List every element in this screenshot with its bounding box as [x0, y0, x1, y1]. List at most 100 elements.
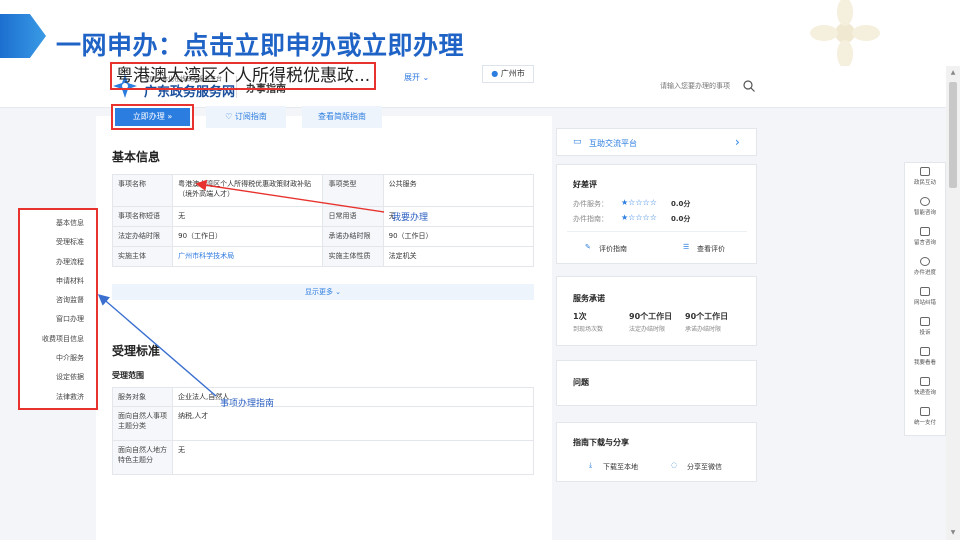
guide-section-menu: 基本信息 受理标准 办理流程 申请材料 咨询监督 窗口办理 收费项目信息 中介服… — [18, 208, 98, 410]
menu-item-fees[interactable]: 收费项目信息 — [20, 330, 96, 349]
menu-item-agency[interactable]: 中介服务 — [20, 349, 96, 368]
rating-guide-score: 0.0分 — [671, 215, 691, 223]
float-item-interaction[interactable]: 政民互动 — [905, 163, 945, 193]
table-row: 面向自然人地方特色主题分 无 — [112, 440, 534, 475]
search-input[interactable] — [656, 76, 740, 96]
table-key: 事项名称短语 — [111, 206, 174, 227]
view-rating-button[interactable]: 查看评价 — [697, 244, 725, 254]
page-scrollbar[interactable]: ▲ ▼ — [946, 66, 960, 540]
float-item-payment[interactable]: 统一支付 — [905, 403, 945, 433]
float-item-message[interactable]: 留言咨询 — [905, 223, 945, 253]
rating-title: 好差评 — [573, 180, 597, 189]
basic-info-table: 事项名称 粤港澳大湾区个人所得税优惠政策财政补贴（境外高端人才） 事项类型 公共… — [111, 174, 535, 267]
download-card: 指南下载与分享 ⤓ 下载至本地 ◌ 分享至微信 — [556, 422, 757, 482]
rating-card: 好差评 办件服务： ★☆☆☆☆ 0.0分 办件指南： ★☆☆☆☆ 0.0分 ✎ … — [556, 164, 757, 264]
city-badge: ● 广州市 — [482, 65, 534, 83]
menu-item-process[interactable]: 办理流程 — [20, 253, 96, 272]
table-value: 公共服务 — [382, 174, 535, 207]
rating-guide-label: 办件指南： — [573, 215, 608, 223]
float-label: 我要看看 — [913, 360, 936, 366]
apply-now-button[interactable]: 立即办理 » — [115, 108, 190, 126]
menu-item-legal-remedy[interactable]: 法律救济 — [20, 388, 96, 407]
table-value: 粤港澳大湾区个人所得税优惠政策财政补贴（境外高端人才） — [172, 174, 324, 207]
float-item-review[interactable]: 我要看看 — [905, 343, 945, 373]
float-item-complaint[interactable]: 投诉 — [905, 313, 945, 343]
float-item-smart-consult[interactable]: 智能咨询 — [905, 193, 945, 223]
menu-item-materials[interactable]: 申请材料 — [20, 272, 96, 291]
table-key: 法定办结时限 — [111, 226, 174, 247]
title-arrow-accent — [0, 14, 46, 58]
rating-service-score: 0.0分 — [671, 200, 691, 208]
platform-link[interactable]: 互助交流平台 — [589, 138, 637, 149]
location-pin-icon: ● — [491, 69, 499, 78]
promise-legal-value: 90个工作日 — [629, 312, 673, 321]
table-value: 无 — [172, 440, 534, 475]
scroll-thumb[interactable] — [949, 82, 957, 188]
float-item-error-report[interactable]: 网站纠错 — [905, 283, 945, 313]
table-key: 事项名称 — [111, 174, 174, 207]
search-box — [656, 76, 758, 96]
city-label: 广州市 — [500, 69, 525, 78]
float-label: 留言咨询 — [913, 240, 936, 246]
apply-now-button-frame[interactable]: 立即办理 » — [111, 104, 194, 130]
rating-service-label: 办件服务： — [573, 200, 608, 208]
acceptance-scope-label: 受理范围 — [112, 371, 144, 380]
chat-bubble-icon — [920, 167, 930, 176]
promise-title: 服务承诺 — [573, 294, 605, 303]
rate-guide-button[interactable]: 评价指南 — [599, 244, 627, 254]
basic-info-heading: 基本信息 — [112, 150, 161, 164]
table-row: 法定办结时限 90（工作日） 承诺办结时限 90（工作日） — [111, 226, 535, 247]
chevron-right-icon[interactable]: › — [735, 135, 740, 149]
table-row: 事项名称 粤港澳大湾区个人所得税优惠政策财政补贴（境外高端人才） 事项类型 公共… — [111, 174, 535, 207]
download-title: 指南下载与分享 — [573, 438, 629, 447]
pencil-icon: ✎ — [585, 243, 591, 251]
acceptance-table: 服务对象 企业法人,自然人 面向自然人事项主题分类 纳税,人才 面向自然人地方特… — [112, 387, 534, 475]
table-key: 日常用语 — [322, 206, 384, 227]
table-value: 90（工作日） — [382, 226, 535, 247]
menu-item-consult[interactable]: 咨询监督 — [20, 291, 96, 310]
float-item-progress[interactable]: 办件进度 — [905, 253, 945, 283]
chat-icon: ▭ — [573, 137, 582, 147]
annotation-want-to-apply: 我要办理 — [392, 213, 429, 223]
float-label: 网站纠错 — [913, 300, 936, 306]
table-key: 实施主体性质 — [322, 246, 384, 267]
share-wechat-button[interactable]: 分享至微信 — [687, 462, 722, 472]
promise-visits-value: 1次 — [573, 312, 587, 321]
float-label: 投诉 — [919, 330, 931, 336]
platform-card[interactable]: ▭ 互助交流平台 › — [556, 128, 757, 156]
float-label: 办件进度 — [913, 270, 936, 276]
scroll-up-icon[interactable]: ▲ — [949, 69, 957, 77]
search-icon[interactable] — [742, 79, 756, 93]
table-row: 事项名称短语 无 日常用语 无 — [111, 206, 535, 227]
list-icon: ☰ — [683, 243, 690, 251]
float-item-express[interactable]: 快递查询 — [905, 373, 945, 403]
payment-icon — [920, 407, 930, 416]
table-key: 面向自然人地方特色主题分 — [112, 440, 173, 475]
table-row: 实施主体 广州市科学技术局 实施主体性质 法定机关 — [111, 246, 535, 267]
download-local-button[interactable]: 下载至本地 — [603, 462, 638, 472]
table-value: 法定机关 — [382, 246, 535, 267]
menu-item-basic-info[interactable]: 基本信息 — [20, 214, 96, 233]
implementer-link[interactable]: 广州市科学技术局 — [172, 246, 324, 267]
subscribe-guide-button[interactable]: ♡ 订阅指南 — [206, 106, 286, 128]
headset-icon — [920, 197, 930, 206]
show-more-button[interactable]: 显示更多 ⌄ — [112, 284, 534, 300]
menu-item-basis[interactable]: 设定依据 — [20, 368, 96, 387]
menu-item-acceptance[interactable]: 受理标准 — [20, 233, 96, 252]
promise-commit-value: 90个工作日 — [685, 312, 729, 321]
menu-item-window[interactable]: 窗口办理 — [20, 310, 96, 329]
table-key: 事项类型 — [322, 174, 384, 207]
faq-card: 问题 — [556, 360, 757, 406]
rating-divider — [567, 231, 747, 232]
table-row: 服务对象 企业法人,自然人 — [112, 387, 534, 407]
expand-toggle[interactable]: 展开 ⌄ — [404, 72, 429, 83]
truck-icon — [920, 377, 930, 386]
table-key: 面向自然人事项主题分类 — [112, 406, 173, 441]
float-label: 政民互动 — [913, 180, 936, 186]
slide-title-band: 一网申办：点击立即申办或立即办理 — [0, 0, 960, 66]
table-value: 90（工作日） — [172, 226, 324, 247]
promise-commit-label: 承诺办结时限 — [685, 326, 722, 333]
float-label: 智能咨询 — [913, 210, 936, 216]
scroll-down-icon[interactable]: ▼ — [949, 529, 957, 537]
simple-guide-button[interactable]: 查看简版指南 — [302, 106, 382, 128]
